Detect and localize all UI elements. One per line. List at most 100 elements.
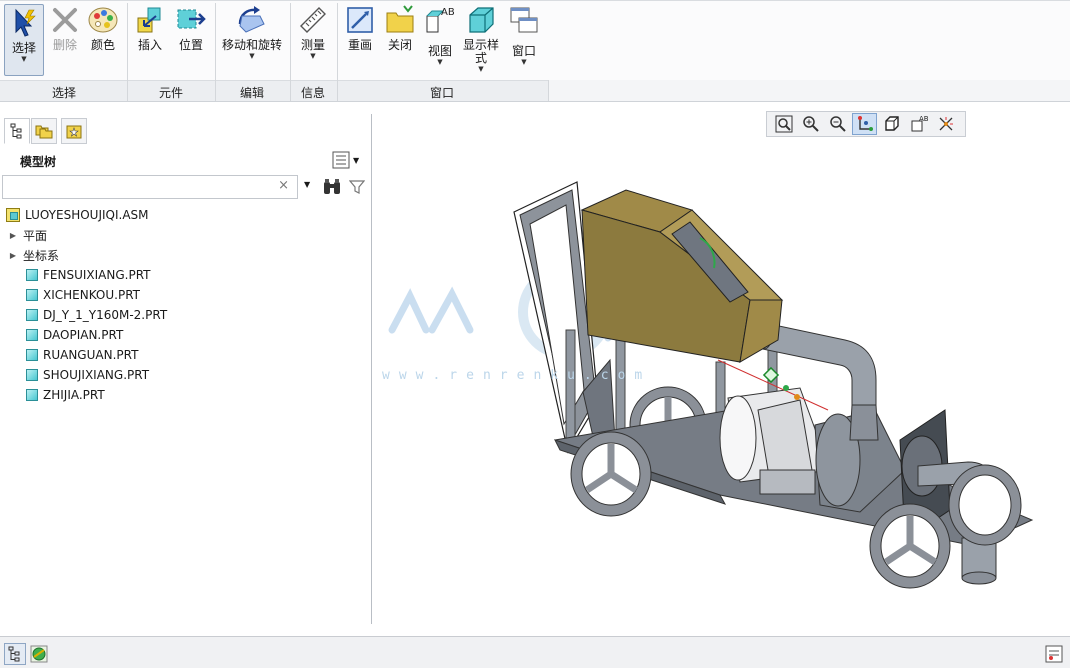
measure-button[interactable]: 测量 ▼	[295, 4, 331, 60]
tree-item-label: ZHIJIA.PRT	[43, 388, 105, 402]
group-label-info: 信息	[301, 86, 326, 100]
display-style-label: 显示样 式	[462, 38, 499, 65]
delete-label: 删除	[52, 38, 77, 52]
search-history-dropdown[interactable]: ▼	[304, 180, 310, 189]
insert-label: 插入	[137, 38, 162, 52]
window-button[interactable]: 窗口 ▼	[505, 4, 543, 66]
folder-close-icon	[386, 5, 414, 33]
position-label: 位置	[178, 38, 203, 52]
position-icon	[177, 9, 206, 29]
wheel	[570, 431, 652, 517]
chevron-down-icon[interactable]: ▼	[521, 59, 526, 66]
palette-icon	[88, 7, 118, 33]
close-button[interactable]: 关闭	[382, 4, 418, 52]
tree-item-label: DJ_Y_1_Y160M-2.PRT	[43, 308, 168, 322]
view-ab-icon: AB	[426, 7, 455, 33]
group-divider	[337, 80, 338, 101]
group-label-window: 窗口	[430, 86, 455, 100]
ribbon-group-labels: 选择 元件 编辑 信息 窗口	[0, 80, 548, 101]
expand-arrow-icon[interactable]: ▶	[8, 251, 18, 260]
assembly-icon	[6, 208, 20, 222]
tree-settings-button[interactable]: ▼	[332, 150, 366, 170]
move-rotate-button[interactable]: 移动和旋转 ▼	[219, 4, 285, 60]
tree-root-assembly[interactable]: LUOYESHOUJIQI.ASM	[6, 206, 149, 224]
part-icon	[26, 369, 38, 381]
chevron-down-icon[interactable]: ▼	[249, 53, 254, 60]
tree-item-label: DAOPIAN.PRT	[43, 328, 124, 342]
window-icon	[510, 7, 538, 33]
navigator-tabs	[0, 114, 372, 146]
part-icon	[26, 309, 38, 321]
position-button[interactable]: 位置	[172, 4, 210, 52]
chevron-down-icon[interactable]: ▼	[437, 59, 442, 66]
tree-item-part[interactable]: SHOUJIXIANG.PRT	[26, 366, 149, 384]
tree-structure-icon	[10, 123, 22, 139]
tab-favorites[interactable]	[61, 118, 87, 144]
tree-item-planes[interactable]: ▶ 平面	[8, 226, 47, 244]
globe-icon	[30, 645, 48, 663]
insert-button[interactable]: 插入	[133, 4, 167, 52]
model-tree-title: 模型树	[20, 155, 57, 169]
toggle-browser-button[interactable]	[28, 643, 50, 665]
close-label: 关闭	[387, 38, 412, 52]
group-label-edit: 编辑	[240, 86, 265, 100]
view-button[interactable]: AB 视图 ▼	[422, 4, 458, 66]
tree-item-part[interactable]: FENSUIXIANG.PRT	[26, 266, 151, 284]
delete-x-icon	[53, 8, 77, 32]
measure-label: 测量	[300, 38, 325, 52]
color-button[interactable]: 颜色	[86, 4, 120, 52]
select-arrow-icon	[15, 8, 36, 37]
delete-button[interactable]: 删除	[48, 4, 82, 52]
tree-item-label: RUANGUAN.PRT	[43, 348, 139, 362]
redraw-button[interactable]: 重画	[342, 4, 378, 52]
tree-item-label: FENSUIXIANG.PRT	[43, 268, 151, 282]
favorites-star-icon	[66, 125, 82, 139]
group-divider	[548, 80, 549, 101]
list-settings-icon	[332, 151, 350, 169]
tree-item-label: 平面	[23, 228, 48, 243]
filter-icon[interactable]	[349, 179, 365, 195]
chevron-down-icon[interactable]: ▼	[478, 66, 483, 73]
display-style-cube-icon	[469, 7, 494, 33]
part-icon	[26, 269, 38, 281]
model-tree-panel: 模型树 ▼ × ▼ LUOYESHOUJIQI.ASM ▶ 平面 ▶ 坐标系 F…	[0, 114, 372, 624]
window-label: 窗口	[511, 44, 536, 58]
tree-item-label: LUOYESHOUJIQI.ASM	[25, 208, 149, 222]
move-rotate-icon	[238, 6, 265, 33]
ruler-icon	[300, 7, 326, 33]
tree-item-csys[interactable]: ▶ 坐标系	[8, 246, 59, 264]
chevron-down-icon[interactable]: ▼	[21, 56, 26, 63]
tab-model-tree[interactable]	[4, 118, 30, 144]
tree-item-part[interactable]: DJ_Y_1_Y160M-2.PRT	[26, 306, 167, 324]
redraw-label: 重画	[347, 38, 372, 52]
selection-filter-button[interactable]	[1043, 643, 1065, 665]
tree-item-part[interactable]: ZHIJIA.PRT	[26, 386, 105, 404]
chevron-down-icon[interactable]: ▼	[310, 53, 315, 60]
binoculars-icon[interactable]	[322, 178, 342, 196]
wheel	[948, 464, 1022, 546]
tree-item-label: 坐标系	[23, 248, 60, 263]
tree-item-label: XICHENKOU.PRT	[43, 288, 141, 302]
tree-item-part[interactable]: XICHENKOU.PRT	[26, 286, 140, 304]
tree-structure-icon	[8, 646, 20, 662]
clear-search-icon[interactable]: ×	[278, 178, 289, 193]
group-label-select: 选择	[52, 86, 77, 100]
select-button[interactable]: 选择 ▼	[4, 4, 44, 76]
list-settings-icon	[1045, 645, 1063, 663]
part-icon	[26, 329, 38, 341]
tree-item-part[interactable]: RUANGUAN.PRT	[26, 346, 138, 364]
redraw-icon	[347, 7, 373, 33]
hopper	[580, 189, 784, 363]
group-label-component: 元件	[159, 86, 184, 100]
tree-item-part[interactable]: DAOPIAN.PRT	[26, 326, 123, 344]
toggle-navigator-button[interactable]	[4, 643, 26, 665]
part-icon	[26, 289, 38, 301]
tab-folder-browser[interactable]	[31, 118, 57, 144]
group-divider	[127, 80, 128, 101]
select-label: 选择	[11, 41, 36, 55]
part-icon	[26, 349, 38, 361]
tree-search-input[interactable]: ×	[2, 175, 298, 199]
display-style-button[interactable]: 显示样 式 ▼	[461, 4, 501, 73]
group-divider	[290, 80, 291, 101]
expand-arrow-icon[interactable]: ▶	[8, 231, 18, 240]
